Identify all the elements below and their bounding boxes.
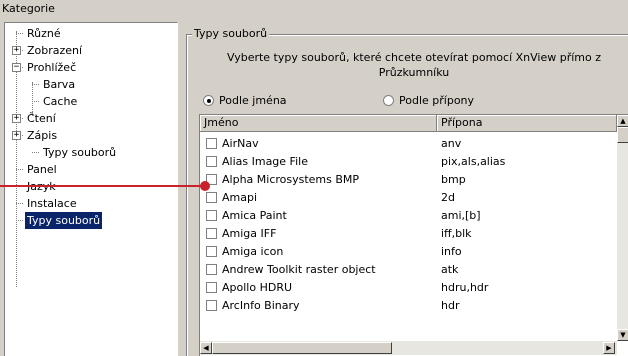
radio-by-name[interactable]: Podle jména (203, 94, 287, 108)
tree-connector (32, 152, 39, 153)
list-item[interactable]: Amiga icon info (200, 243, 617, 260)
list-item[interactable]: Apollo HDRU hdru,hdr (200, 279, 617, 296)
description-text: Vyberte typy souborů, které chcete oteví… (226, 51, 602, 79)
collapse-icon[interactable]: − (12, 63, 21, 72)
tree-item[interactable]: Instalace (25, 195, 79, 212)
horizontal-scrollbar[interactable]: ◀ ▶ (200, 341, 617, 355)
radio-by-extension[interactable]: Podle přípony (383, 94, 474, 108)
list-item[interactable]: Amica Paint ami,[b] (200, 207, 617, 224)
list-item[interactable]: ArcInfo Binary hdr (200, 297, 617, 314)
list-header: Jméno Přípona (200, 115, 617, 132)
row-checkbox[interactable] (206, 210, 217, 221)
file-type-extension: 2d (441, 191, 455, 204)
row-checkbox[interactable] (206, 156, 217, 167)
tree-connector (32, 101, 39, 102)
category-label: Kategorie (2, 2, 55, 15)
list-item[interactable]: Alpha Microsystems BMP bmp (200, 171, 617, 188)
tree-item[interactable]: Panel (25, 161, 59, 178)
file-type-name: ArcInfo Binary (222, 299, 300, 312)
group-title: Typy souborů (192, 27, 270, 40)
column-header-extension[interactable]: Přípona (437, 115, 617, 132)
list-item[interactable]: Amiga IFF iff,blk (200, 225, 617, 242)
scroll-up-arrow-icon[interactable]: ▲ (617, 115, 628, 127)
file-type-name: Andrew Toolkit raster object (222, 263, 376, 276)
tree-connector (16, 33, 23, 34)
file-type-extension: hdr (441, 299, 460, 312)
category-tree[interactable]: Různé + Zobrazení − Prohlížeč Barva Cache + Čten… (4, 22, 178, 356)
scroll-right-arrow-icon[interactable]: ▶ (603, 342, 615, 354)
tree-item[interactable]: Cache (41, 93, 79, 110)
tree-connector (16, 220, 23, 221)
file-type-extension: ami,[b] (441, 209, 481, 222)
file-type-extension: hdru,hdr (441, 281, 489, 294)
expand-icon[interactable]: + (12, 46, 21, 55)
file-type-name: AirNav (222, 137, 259, 150)
list-item[interactable]: Alias Image File pix,als,alias (200, 153, 617, 170)
row-checkbox[interactable] (206, 138, 217, 149)
tree-item[interactable]: Typy souborů (41, 144, 118, 161)
file-type-name: Amiga icon (222, 245, 284, 258)
row-checkbox[interactable] (206, 246, 217, 257)
callout-pointer-dot (200, 181, 210, 191)
file-type-name: Amica Paint (222, 209, 287, 222)
list-item[interactable]: Andrew Toolkit raster object atk (200, 261, 617, 278)
file-type-name: Amiga IFF (222, 227, 277, 240)
vertical-scrollbar[interactable]: ▲ ▼ (617, 115, 628, 341)
file-types-list[interactable]: Jméno Přípona AirNav anv Alias Image File p… (199, 114, 628, 356)
tree-item[interactable]: Různé (25, 25, 63, 42)
row-checkbox[interactable] (206, 192, 217, 203)
radio-by-name-label: Podle jména (219, 94, 287, 107)
tree-item[interactable]: Zobrazení (25, 42, 84, 59)
file-type-name: Amapi (222, 191, 258, 204)
tree-item[interactable]: Čtení (25, 110, 58, 127)
file-type-extension: bmp (441, 173, 466, 186)
expand-icon[interactable]: + (12, 131, 21, 140)
row-checkbox[interactable] (206, 282, 217, 293)
tree-connector (16, 169, 23, 170)
expand-icon[interactable]: + (12, 114, 21, 123)
tree-item[interactable]: Prohlížeč (25, 59, 78, 76)
tree-item[interactable]: Zápis (25, 127, 59, 144)
scroll-left-arrow-icon[interactable]: ◀ (200, 342, 212, 354)
file-type-extension: pix,als,alias (441, 155, 506, 168)
tree-item[interactable]: Typy souborů (25, 212, 103, 229)
file-type-extension: atk (441, 263, 459, 276)
file-type-extension: info (441, 245, 462, 258)
list-item[interactable]: AirNav anv (200, 135, 617, 152)
tree-item[interactable]: Barva (41, 76, 77, 93)
file-type-extension: anv (441, 137, 462, 150)
file-type-name: Alpha Microsystems BMP (222, 173, 360, 186)
vertical-scroll-thumb[interactable] (617, 127, 628, 143)
file-type-name: Apollo HDRU (222, 281, 293, 294)
radio-checked-icon (203, 95, 214, 106)
column-header-name[interactable]: Jméno (200, 115, 437, 132)
row-checkbox[interactable] (206, 300, 217, 311)
tree-connector (16, 203, 23, 204)
tree-connector (32, 84, 39, 85)
row-checkbox[interactable] (206, 228, 217, 239)
horizontal-scroll-thumb[interactable] (212, 342, 392, 354)
scroll-down-arrow-icon[interactable]: ▼ (617, 329, 628, 341)
radio-unchecked-icon (383, 95, 394, 106)
row-checkbox[interactable] (206, 264, 217, 275)
list-item[interactable]: Amapi 2d (200, 189, 617, 206)
preferences-window: Kategorie Různé + Zobrazení − Prohlížeč Barva… (0, 0, 628, 356)
file-type-extension: iff,blk (441, 227, 472, 240)
file-type-name: Alias Image File (222, 155, 308, 168)
radio-by-extension-label: Podle přípony (399, 94, 475, 107)
callout-pointer-line (0, 185, 204, 187)
